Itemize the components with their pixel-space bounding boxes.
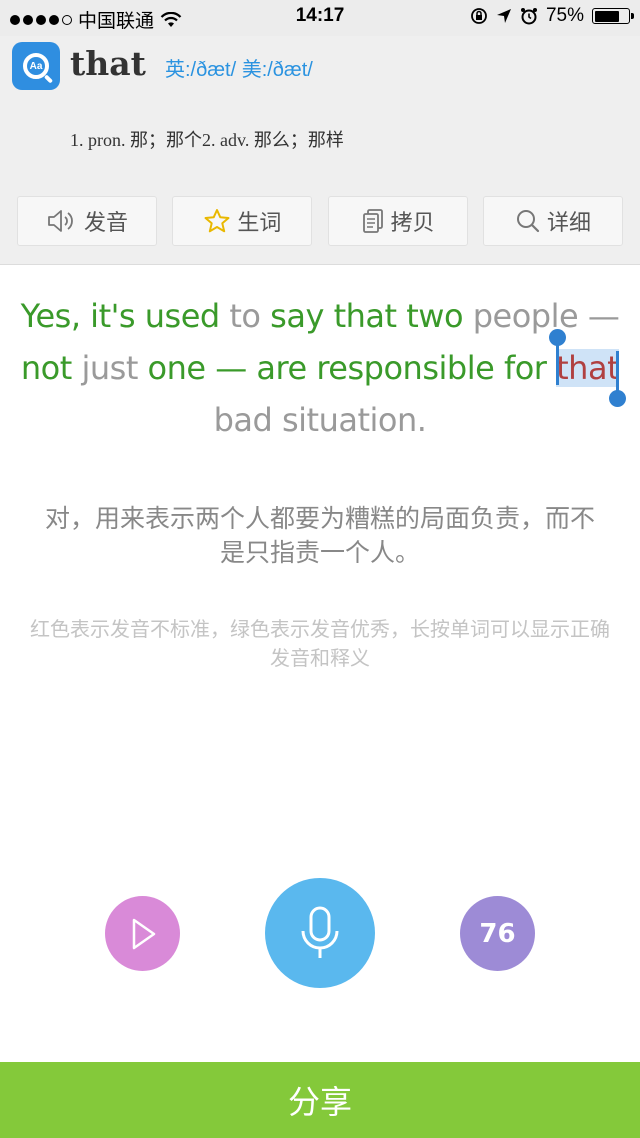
sentence-word[interactable]: not — [21, 349, 82, 387]
sentence-word[interactable]: bad situation. — [214, 401, 427, 439]
status-right: 75% — [470, 5, 634, 27]
selection-start-handle[interactable] — [549, 329, 567, 385]
record-button[interactable] — [265, 878, 375, 988]
microphone-icon — [301, 906, 339, 958]
dictionary-panel: Aa that 英:/ðæt/ 美:/ðæt/ 1. pron. 那；那个2. … — [0, 36, 640, 265]
dictionary-actions: 发音 生词 拷贝 详细 — [17, 196, 623, 248]
copy-label: 拷贝 — [390, 210, 435, 235]
copy-button[interactable]: 拷贝 — [327, 196, 468, 246]
color-hint: 红色表示发音不标准，绿色表示发音优秀，长按单词可以显示正确发音和释义 — [30, 617, 610, 670]
dictionary-logo-icon[interactable]: Aa — [12, 42, 60, 90]
battery-level — [594, 10, 619, 22]
selected-word-text: that — [556, 349, 620, 387]
speaker-icon — [48, 210, 73, 232]
phonetics[interactable]: 英:/ðæt/ 美:/ðæt/ — [165, 53, 313, 82]
word-definition: 1. pron. 那；那个2. adv. 那么；那样 — [70, 130, 344, 150]
star-icon — [204, 209, 230, 233]
copy-icon — [362, 209, 383, 233]
sentence-word[interactable]: just — [81, 349, 147, 387]
sentence-word[interactable]: people — — [473, 297, 620, 335]
play-button[interactable] — [105, 896, 180, 971]
score-button[interactable]: 76 — [460, 896, 535, 971]
sentence-word[interactable]: Yes, it's used — [21, 297, 230, 335]
sentence-word[interactable]: say that two — [270, 297, 473, 335]
practice-sentence: Yes, it's used to say that two people — … — [20, 290, 627, 446]
sentence-word[interactable]: to — [229, 297, 270, 335]
rotation-lock-icon — [471, 8, 487, 24]
selection-end-handle[interactable] — [609, 351, 627, 407]
search-icon — [516, 210, 540, 233]
pronounce-button[interactable]: 发音 — [17, 196, 157, 246]
status-bar: 中国联通 14:17 75% — [0, 0, 640, 36]
sentence-word[interactable]: one — are responsible for — [148, 349, 557, 387]
selected-word[interactable]: that — [549, 329, 627, 407]
detail-button[interactable]: 详细 — [482, 196, 623, 246]
share-button[interactable]: 分享 — [0, 1062, 640, 1138]
play-icon — [132, 918, 155, 949]
screen: 中国联通 14:17 75% Aa that 英:/ðæt/ 美:/ðæt/ 1… — [0, 0, 640, 1138]
pronounce-label: 发音 — [83, 210, 128, 235]
vocabulary-label: 生词 — [237, 210, 282, 235]
vocabulary-button[interactable]: 生词 — [172, 196, 313, 246]
battery-percent: 75% — [545, 5, 584, 26]
battery-icon — [592, 8, 634, 24]
location-arrow-icon — [496, 9, 511, 23]
logo-text: Aa — [23, 53, 49, 79]
word-title: that — [70, 44, 146, 83]
sentence-translation: 对，用来表示两个人都要为糟糕的局面负责，而不是只指责一个人。 — [44, 504, 595, 567]
alarm-icon — [520, 8, 537, 25]
detail-label: 详细 — [546, 210, 591, 235]
